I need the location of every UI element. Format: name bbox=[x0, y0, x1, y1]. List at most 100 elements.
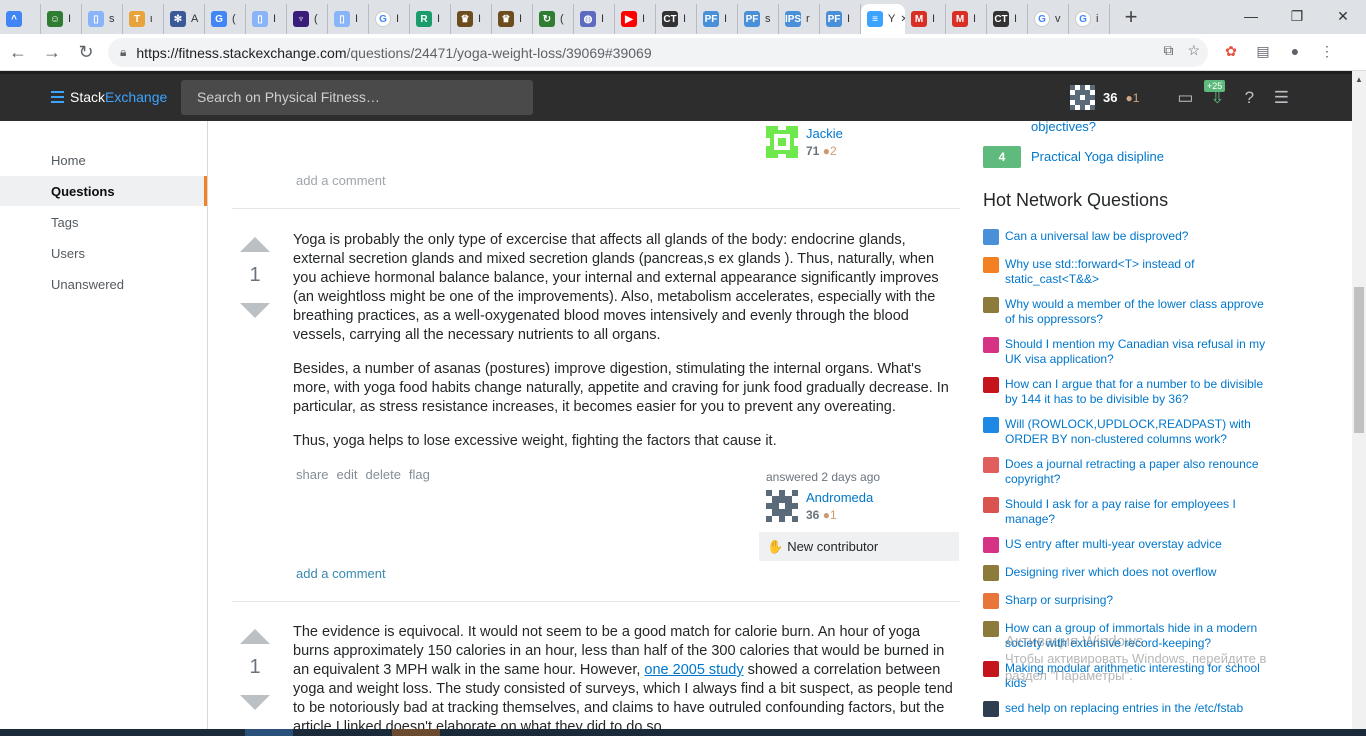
browser-tab[interactable]: MI bbox=[946, 4, 987, 34]
browser-tab[interactable]: MI bbox=[905, 4, 946, 34]
hot-question-title[interactable]: Can a universal law be disproved? bbox=[1005, 229, 1270, 245]
minimize-icon[interactable]: — bbox=[1228, 0, 1274, 32]
hot-question-title[interactable]: Should I ask for a pay raise for employe… bbox=[1005, 497, 1270, 527]
help-icon[interactable]: ? bbox=[1237, 86, 1261, 110]
scrollbar-thumb[interactable] bbox=[1354, 287, 1364, 433]
address-bar[interactable]: 🔒︎ https://fitness.stackexchange.com/que… bbox=[108, 38, 1208, 67]
browser-tab[interactable]: GI bbox=[369, 4, 410, 34]
user-avatar[interactable] bbox=[766, 126, 798, 158]
user-name[interactable]: Andromeda bbox=[806, 490, 873, 505]
site-switcher-icon[interactable]: ☰ bbox=[1269, 86, 1293, 110]
nav-questions[interactable]: Questions bbox=[0, 176, 207, 206]
user-avatar[interactable] bbox=[766, 490, 798, 522]
browser-tab[interactable]: G( bbox=[205, 4, 246, 34]
restore-icon[interactable]: ❐ bbox=[1274, 0, 1320, 32]
browser-tab[interactable]: Tι bbox=[123, 4, 164, 34]
extension-color-icon[interactable]: ✿ bbox=[1222, 42, 1240, 60]
add-comment-link[interactable]: add a comment bbox=[296, 566, 386, 581]
browser-tab[interactable]: ▯ I bbox=[328, 4, 369, 34]
hot-question-item[interactable]: Can a universal law be disproved? bbox=[983, 229, 1273, 245]
reload-icon[interactable]: ↻ bbox=[70, 36, 102, 68]
browser-tab[interactable]: ^ bbox=[0, 4, 41, 34]
study-link[interactable]: one 2005 study bbox=[644, 662, 743, 678]
answered-time: answered 2 days ago bbox=[766, 470, 881, 484]
nav-home[interactable]: Home bbox=[51, 153, 86, 168]
browser-tab[interactable]: ▶ I bbox=[615, 4, 656, 34]
flag-link[interactable]: flag bbox=[409, 467, 430, 482]
hot-question-item[interactable]: Sharp or surprising? bbox=[983, 593, 1273, 609]
browser-tab[interactable]: PF s bbox=[738, 4, 779, 34]
hot-question-item[interactable]: sed help on replacing entries in the /et… bbox=[983, 701, 1273, 717]
upvote-arrow-icon[interactable] bbox=[240, 629, 270, 644]
nav-users[interactable]: Users bbox=[51, 246, 85, 261]
browser-tab[interactable]: ▯ I bbox=[246, 4, 287, 34]
browser-tab[interactable]: CT I bbox=[656, 4, 697, 34]
hot-question-title[interactable]: Does a journal retracting a paper also r… bbox=[1005, 457, 1270, 487]
hot-question-item[interactable]: Why use std::forward<T> instead of stati… bbox=[983, 257, 1273, 287]
nav-tags[interactable]: Tags bbox=[51, 215, 78, 230]
translate-icon[interactable]: ⧉ bbox=[1163, 42, 1173, 59]
stackexchange-logo[interactable]: StackExchange bbox=[51, 89, 167, 105]
hot-question-title[interactable]: Why would a member of the lower class ap… bbox=[1005, 297, 1270, 327]
add-comment-link[interactable]: add a comment bbox=[296, 173, 386, 188]
hot-question-title[interactable]: Sharp or surprising? bbox=[1005, 593, 1270, 609]
browser-tab[interactable]: ≡ Y ✕ bbox=[861, 4, 905, 34]
browser-tab[interactable]: ◍ I bbox=[574, 4, 615, 34]
browser-tab[interactable]: Gi bbox=[1069, 4, 1110, 34]
hot-question-item[interactable]: Should I mention my Canadian visa refusa… bbox=[983, 337, 1273, 367]
hot-question-item[interactable]: Does a journal retracting a paper also r… bbox=[983, 457, 1273, 487]
linked-question-title[interactable]: Practical Yoga disipline bbox=[1031, 149, 1164, 164]
profile-icon[interactable]: ● bbox=[1286, 42, 1304, 60]
hot-question-title[interactable]: sed help on replacing entries in the /et… bbox=[1005, 701, 1270, 717]
menu-kebab-icon[interactable]: ⋮ bbox=[1318, 42, 1336, 60]
nav-unanswered[interactable]: Unanswered bbox=[51, 277, 124, 292]
browser-tab[interactable]: ▯ s bbox=[82, 4, 123, 34]
close-icon[interactable]: ✕ bbox=[1320, 0, 1366, 32]
hot-question-title[interactable]: Why use std::forward<T> instead of stati… bbox=[1005, 257, 1270, 287]
share-link[interactable]: share bbox=[296, 467, 329, 482]
browser-tab[interactable]: CT I bbox=[987, 4, 1028, 34]
new-tab-button[interactable]: + bbox=[1116, 2, 1146, 32]
user-avatar[interactable] bbox=[1070, 85, 1095, 110]
browser-tab[interactable]: ↻( bbox=[533, 4, 574, 34]
hot-question-item[interactable]: Why would a member of the lower class ap… bbox=[983, 297, 1273, 327]
browser-tab[interactable]: ♛ I bbox=[492, 4, 533, 34]
back-icon[interactable]: ← bbox=[2, 36, 34, 68]
upvote-arrow-icon[interactable] bbox=[240, 237, 270, 252]
forward-icon[interactable]: → bbox=[36, 36, 68, 68]
hot-question-title[interactable]: Will (ROWLOCK,UPDLOCK,READPAST) with ORD… bbox=[1005, 417, 1270, 447]
browser-tab[interactable]: ♛ I bbox=[451, 4, 492, 34]
linked-question-title[interactable]: objectives? bbox=[1031, 119, 1096, 134]
user-name[interactable]: Jackie bbox=[806, 126, 843, 141]
downvote-arrow-icon[interactable] bbox=[240, 695, 270, 710]
browser-tab[interactable]: PF I bbox=[820, 4, 861, 34]
extension-panel-icon[interactable]: ▤ bbox=[1254, 42, 1272, 60]
hot-question-title[interactable]: Should I mention my Canadian visa refusa… bbox=[1005, 337, 1270, 367]
downvote-arrow-icon[interactable] bbox=[240, 303, 270, 318]
browser-tab[interactable]: ♆( bbox=[287, 4, 328, 34]
browser-tab[interactable]: RI bbox=[410, 4, 451, 34]
browser-tab[interactable]: ✻ A bbox=[164, 4, 205, 34]
hot-question-item[interactable]: US entry after multi-year overstay advic… bbox=[983, 537, 1273, 553]
hot-question-title[interactable]: Designing river which does not overflow bbox=[1005, 565, 1270, 581]
hot-question-item[interactable]: How can I argue that for a number to be … bbox=[983, 377, 1273, 407]
site-search-input[interactable]: Search on Physical Fitness… bbox=[181, 80, 533, 115]
edit-link[interactable]: edit bbox=[337, 467, 358, 482]
hot-question-item[interactable]: Designing river which does not overflow bbox=[983, 565, 1273, 581]
browser-tab[interactable]: ☺ I bbox=[41, 4, 82, 34]
hot-question-title[interactable]: How can I argue that for a number to be … bbox=[1005, 377, 1270, 407]
browser-tab[interactable]: PF I bbox=[697, 4, 738, 34]
delete-link[interactable]: delete bbox=[366, 467, 401, 482]
hot-question-item[interactable]: Will (ROWLOCK,UPDLOCK,READPAST) with ORD… bbox=[983, 417, 1273, 447]
tab-favicon-icon: ✻ bbox=[170, 11, 186, 27]
browser-tab[interactable]: IPS r bbox=[779, 4, 820, 34]
hot-question-item[interactable]: Should I ask for a pay raise for employe… bbox=[983, 497, 1273, 527]
new-contributor-indicator[interactable]: ✋ New contributor bbox=[759, 532, 959, 561]
browser-tab[interactable]: Gv bbox=[1028, 4, 1069, 34]
scroll-up-icon[interactable]: ▲ bbox=[1355, 75, 1363, 84]
page-scrollbar[interactable]: ▲ bbox=[1352, 71, 1366, 736]
inbox-icon[interactable]: ▭ bbox=[1173, 86, 1197, 110]
user-area: 36 ●1 ▭ ⇩ ? ☰ bbox=[1070, 85, 1293, 110]
hot-question-title[interactable]: US entry after multi-year overstay advic… bbox=[1005, 537, 1270, 553]
bookmark-star-icon[interactable]: ☆ bbox=[1187, 42, 1200, 59]
